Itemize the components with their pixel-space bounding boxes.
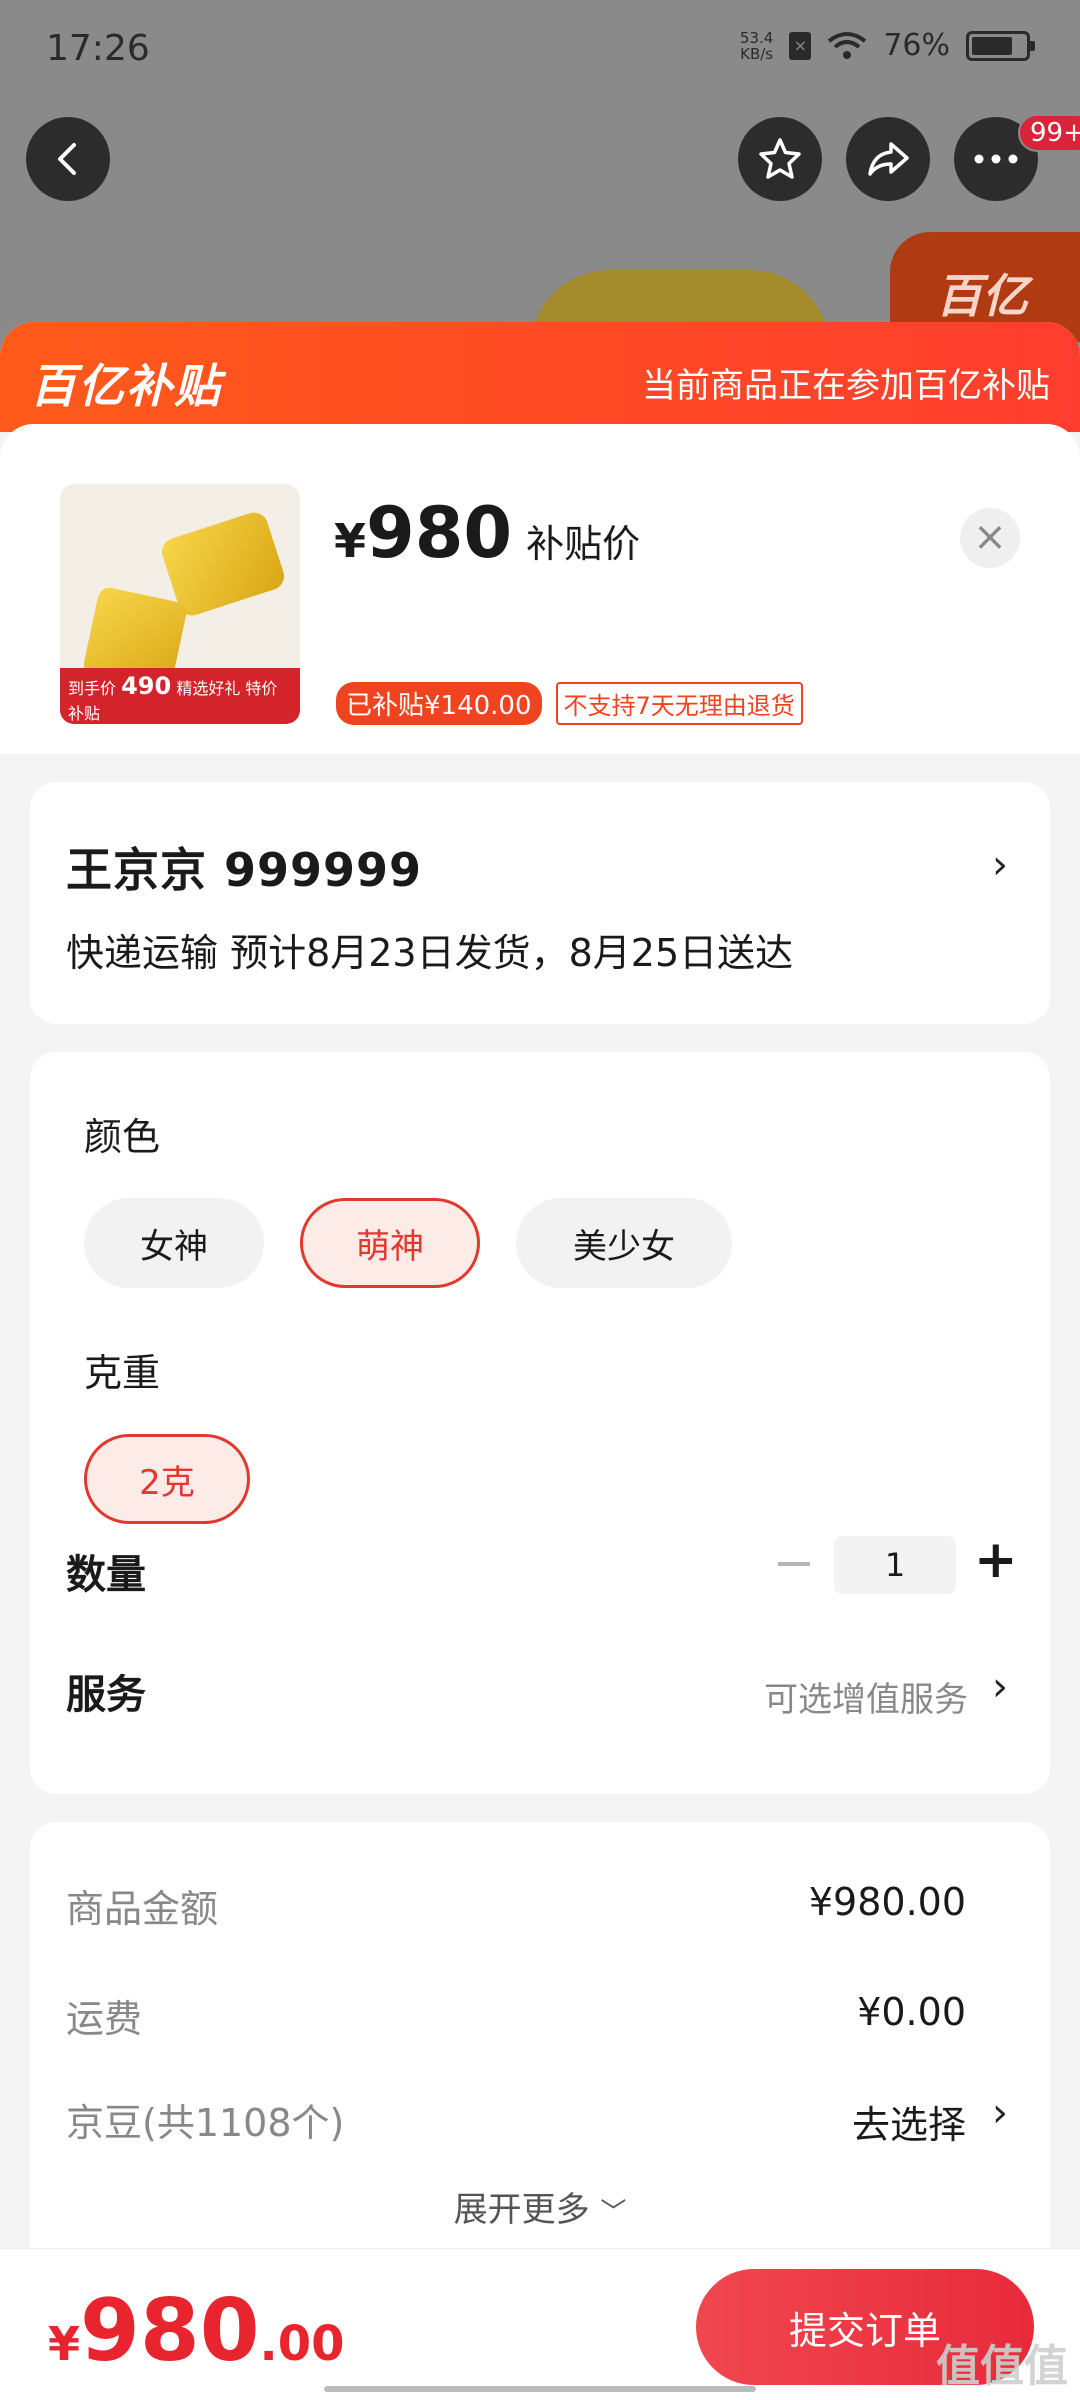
product-summary: 到手价 490 精选好礼 特价补贴 ¥ 980 补贴价 已补贴¥140.00 不…	[0, 424, 1080, 754]
spec-card: 颜色 女神 萌神 美少女 克重 2克 数量 1 + 服务 可选增值服务 ›	[30, 1052, 1050, 1794]
shipping-fee-label: 运费	[66, 1997, 143, 2041]
order-sheet: 百亿补贴 当前商品正在参加百亿补贴 到手价 490 精选好礼 特价补贴 ¥ 98…	[0, 322, 1080, 2400]
chevron-right-icon: ›	[992, 842, 1008, 888]
status-time: 17:26	[46, 28, 150, 69]
subsidy-banner: 百亿补贴 当前商品正在参加百亿补贴	[0, 322, 1080, 432]
battery-level-fill	[972, 36, 1012, 55]
weight-option-selected[interactable]: 2克	[84, 1434, 250, 1524]
price-symbol: ¥	[334, 514, 367, 568]
goods-amount-value: ¥980.00	[808, 1880, 966, 1924]
quantity-input[interactable]: 1	[834, 1536, 956, 1594]
subsidy-amount-tag: 已补贴¥140.00	[336, 682, 542, 725]
notification-badge: 99+	[1018, 114, 1080, 152]
sim-off-icon: ×	[789, 31, 812, 60]
sheet-body: 到手价 490 精选好礼 特价补贴 ¥ 980 补贴价 已补贴¥140.00 不…	[0, 424, 1080, 2400]
subsidy-banner-text: 当前商品正在参加百亿补贴	[642, 366, 1050, 406]
recipient-name-phone: 王京京 999999	[66, 843, 423, 897]
thumbnail-promo-strip: 到手价 490 精选好礼 特价补贴	[60, 668, 300, 724]
shipping-fee-value: ¥0.00	[857, 1990, 966, 2034]
favorite-button[interactable]	[738, 117, 822, 201]
product-tags: 已补贴¥140.00 不支持7天无理由退货	[336, 682, 803, 725]
battery-icon	[966, 30, 1035, 61]
chevron-right-icon[interactable]: ›	[992, 2090, 1008, 2136]
product-thumbnail[interactable]: 到手价 490 精选好礼 特价补贴	[60, 484, 300, 724]
watermark-logo: 值值值	[936, 2341, 1068, 2392]
color-option[interactable]: 美少女	[516, 1198, 732, 1288]
wifi-icon	[828, 31, 867, 59]
subsidy-price: 980	[366, 492, 513, 574]
home-indicator[interactable]	[324, 2386, 756, 2392]
battery-percent: 76%	[883, 28, 950, 63]
total-price: ¥ 980 .00	[48, 2281, 345, 2381]
jingdou-select[interactable]: 去选择	[852, 2094, 966, 2149]
star-icon	[759, 138, 801, 179]
price-row: ¥ 980 补贴价	[334, 492, 640, 574]
expand-more-button[interactable]: 展开更多 ﹀	[30, 2182, 1050, 2231]
quantity-decrease-button[interactable]	[778, 1562, 810, 1566]
chevron-right-icon[interactable]: ›	[992, 1664, 1008, 1710]
goods-amount-label: 商品金额	[66, 1887, 219, 1931]
status-icons: 53.4 KB/s × 76%	[739, 28, 1035, 63]
price-summary-card: 商品金额 ¥980.00 运费 ¥0.00 京豆(共1108个) 去选择 › 展…	[30, 1822, 1050, 2322]
price-label: 补贴价	[526, 522, 641, 566]
quantity-increase-button[interactable]: +	[974, 1530, 1018, 1590]
chevron-down-icon: ﹀	[600, 2198, 627, 2228]
share-button[interactable]	[846, 117, 930, 201]
weight-label: 克重	[84, 1351, 161, 1395]
shipping-estimate: 快递运输 预计8月23日发货，8月25日送达	[66, 931, 794, 975]
quantity-label: 数量	[66, 1552, 146, 1598]
share-icon	[868, 142, 909, 176]
color-label: 颜色	[84, 1115, 161, 1159]
color-option-selected[interactable]: 萌神	[300, 1198, 480, 1288]
color-option[interactable]: 女神	[84, 1198, 264, 1288]
close-button[interactable]: ×	[960, 508, 1020, 568]
more-dots-icon	[974, 154, 1018, 164]
jingdou-label: 京豆(共1108个)	[66, 2101, 345, 2145]
subsidy-logo: 百亿补贴	[30, 359, 222, 413]
service-label: 服务	[66, 1672, 146, 1718]
close-icon: ×	[973, 514, 1007, 560]
address-card[interactable]: 王京京 999999 快递运输 预计8月23日发货，8月25日送达 ›	[30, 782, 1050, 1024]
service-hint[interactable]: 可选增值服务	[764, 1672, 968, 1721]
back-arrow-icon	[58, 143, 76, 175]
no-return-tag: 不支持7天无理由退货	[555, 682, 803, 725]
status-bar: 17:26 53.4 KB/s × 76%	[0, 0, 1080, 100]
checkout-bar: ¥ 980 .00 提交订单	[0, 2248, 1080, 2400]
back-button[interactable]	[26, 117, 110, 201]
network-speed: 53.4 KB/s	[739, 28, 774, 63]
